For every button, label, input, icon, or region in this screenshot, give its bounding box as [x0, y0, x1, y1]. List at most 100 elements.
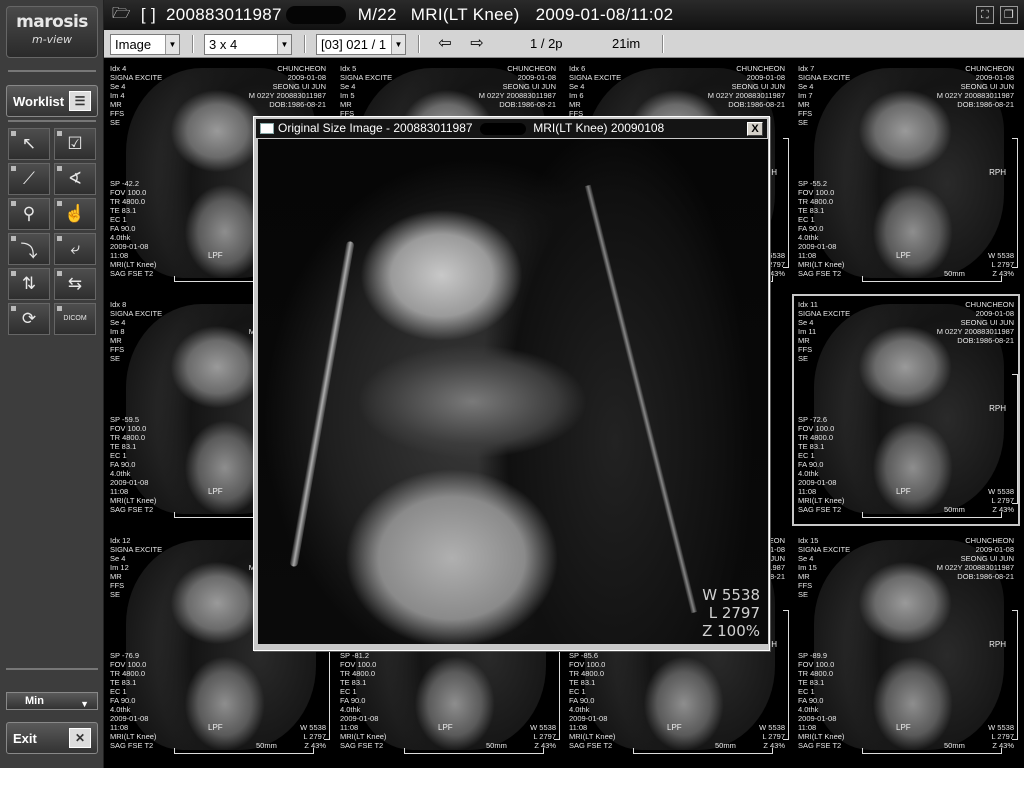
tool-indicator	[11, 201, 16, 206]
original-size-dialog[interactable]: Original Size Image - 200883011987 MRI(L…	[253, 116, 770, 651]
cell-image-number: Im 4	[110, 91, 125, 100]
folder-icon[interactable]: 🗁	[112, 3, 131, 28]
cell-info-top-right: CHUNCHEON 2009-01-08 SEONG UI JUN M 022Y…	[937, 536, 1014, 581]
angle-tool-button[interactable]: ∢	[54, 163, 96, 195]
image-cell[interactable]: Idx 11 SIGNA EXCITE Se 4 Im 11 MR FFS SE…	[792, 294, 1020, 526]
cell-dob: DOB:1986-08-21	[957, 336, 1014, 345]
cell-position: FFS	[798, 109, 813, 118]
zoom-tool-button[interactable]: ⚲	[8, 198, 50, 230]
sidebar-divider	[8, 62, 96, 72]
cell-info-bottom-right: W 5538 L 2797 Z 43%	[988, 251, 1014, 278]
check-tool-button[interactable]: ☑	[54, 128, 96, 160]
cell-ec: EC 1	[569, 687, 586, 696]
cell-acq-date: 2009-01-08	[798, 478, 837, 487]
cell-series: Se 4	[340, 82, 356, 91]
rotate-right-tool-button[interactable]: ⤵	[8, 233, 50, 265]
cell-scale-label: 50mm	[256, 741, 277, 750]
cell-hospital: CHUNCHEON	[965, 64, 1014, 73]
cell-info-top-left: Idx 8 SIGNA EXCITE Se 4 Im 8 MR FFS SE	[110, 300, 162, 363]
cell-fov: FOV 100.0	[110, 188, 147, 197]
cell-te: TE 83.1	[569, 678, 596, 687]
pan-tool-button[interactable]: ☝	[54, 198, 96, 230]
flip-horizontal-tool-button[interactable]: ⇆	[54, 268, 96, 300]
tool-indicator	[11, 236, 16, 241]
cell-rph-label: RPH	[989, 640, 1006, 649]
image-structure	[584, 184, 698, 614]
rotate-left-icon: ⤶	[70, 239, 80, 258]
cell-sequence: SAG FSE T2	[798, 741, 842, 750]
cell-sequence: SAG FSE T2	[110, 741, 154, 750]
cell-dob: DOB:1986-08-21	[269, 100, 326, 109]
original-size-image[interactable]: W 5538 L 2797 Z 100%	[258, 139, 768, 644]
cell-rph-label: RPH	[989, 404, 1006, 413]
close-button[interactable]: X	[747, 122, 763, 136]
title-bar: 🗁 [ ] 200883011987 M/22 MRI(LT Knee) 200…	[104, 0, 1024, 30]
next-arrow-icon[interactable]: ⇨	[466, 34, 488, 54]
cell-image-number: Im 15	[798, 563, 817, 572]
flip-vertical-tool-button[interactable]: ⇅	[8, 268, 50, 300]
vertical-scale-bar	[1012, 610, 1018, 740]
series-select[interactable]: [03] 021 / 1 ▼	[316, 34, 406, 55]
cell-ec: EC 1	[340, 687, 357, 696]
cell-modality: MR	[798, 100, 810, 109]
cell-fa: FA 90.0	[798, 224, 824, 233]
ruler-tool-button[interactable]: ⟋	[8, 163, 50, 195]
rotate-left-tool-button[interactable]: ⤶	[54, 233, 96, 265]
cell-info-bottom-left: SP -59.5 FOV 100.0 TR 4800.0 TE 83.1 EC …	[110, 415, 156, 514]
tool-indicator	[57, 271, 62, 276]
restore-icon[interactable]: ❐	[1000, 6, 1018, 24]
exit-button[interactable]: Exit ✕	[6, 722, 98, 754]
vertical-scale-bar	[1012, 138, 1018, 268]
cell-image-number: Im 11	[798, 327, 817, 336]
cell-modality: MR	[110, 336, 122, 345]
rotate-right-icon: ⤵	[20, 241, 38, 261]
logo-line2: m-view	[31, 33, 72, 46]
cell-fov: FOV 100.0	[569, 660, 606, 669]
cell-thickness: 4.0thk	[798, 705, 819, 714]
reset-tool-button[interactable]: ⟳	[8, 303, 50, 335]
cell-info-bottom-left: SP -89.9 FOV 100.0 TR 4800.0 TE 83.1 EC …	[798, 651, 844, 750]
cell-index: Idx 12	[110, 536, 131, 545]
toolbar-separator	[418, 35, 420, 53]
pointer-tool-button[interactable]: ↖	[8, 128, 50, 160]
cell-tr: TR 4800.0	[340, 669, 376, 678]
cell-position: FFS	[110, 345, 125, 354]
mode-value: Image	[115, 37, 152, 52]
cell-level: L 2797	[991, 260, 1014, 269]
fullscreen-icon[interactable]: ⛶	[976, 6, 994, 24]
cell-hospital: CHUNCHEON	[736, 64, 785, 73]
image-cell[interactable]: Idx 15 SIGNA EXCITE Se 4 Im 15 MR FFS SE…	[792, 530, 1020, 762]
cell-scanner: SIGNA EXCITE	[340, 73, 393, 82]
mode-select[interactable]: Image ▼	[110, 34, 180, 55]
layout-value: 3 x 4	[209, 37, 238, 52]
cell-orientation-label: LPF	[438, 723, 453, 732]
cell-acq-date: 2009-01-08	[110, 478, 149, 487]
patient-id: 200883011987	[165, 5, 282, 24]
cell-index: Idx 11	[798, 300, 818, 309]
cell-acq-date: 2009-01-08	[569, 714, 608, 723]
redaction-mark	[479, 122, 526, 135]
cell-fov: FOV 100.0	[798, 424, 835, 433]
cell-sequence: SAG FSE T2	[110, 269, 154, 278]
cell-index: Idx 5	[340, 64, 357, 73]
layout-select[interactable]: 3 x 4 ▼	[204, 34, 292, 55]
minimize-button[interactable]: Min ▼	[6, 692, 98, 710]
cell-acq-time: 11:08	[110, 251, 129, 260]
cell-window: W 5538	[988, 723, 1014, 732]
cell-info-bottom-left: SP -76.9 FOV 100.0 TR 4800.0 TE 83.1 EC …	[110, 651, 156, 750]
cell-tr: TR 4800.0	[110, 433, 146, 442]
cell-acq-date: 2009-01-08	[110, 242, 149, 251]
image-cell[interactable]: Idx 7 SIGNA EXCITE Se 4 Im 7 MR FFS SE C…	[792, 58, 1020, 290]
dicom-tool-button[interactable]: DICOM	[54, 303, 96, 335]
cell-position: FFS	[110, 109, 125, 118]
cell-image-number: Im 6	[569, 91, 584, 100]
dialog-title-bar[interactable]: Original Size Image - 200883011987 MRI(L…	[256, 119, 767, 138]
cell-physician: SEONG UI JUN	[502, 82, 556, 91]
cell-patient-line: M 022Y 200883011987	[936, 91, 1014, 100]
cell-sequence: SAG FSE T2	[110, 505, 154, 514]
cell-modality: MR	[110, 100, 122, 109]
cell-index: Idx 8	[110, 300, 127, 309]
cell-protocol: MRI(LT Knee)	[340, 732, 387, 741]
cell-image-number: Im 8	[110, 327, 125, 336]
previous-arrow-icon[interactable]: ⇦	[434, 34, 456, 54]
